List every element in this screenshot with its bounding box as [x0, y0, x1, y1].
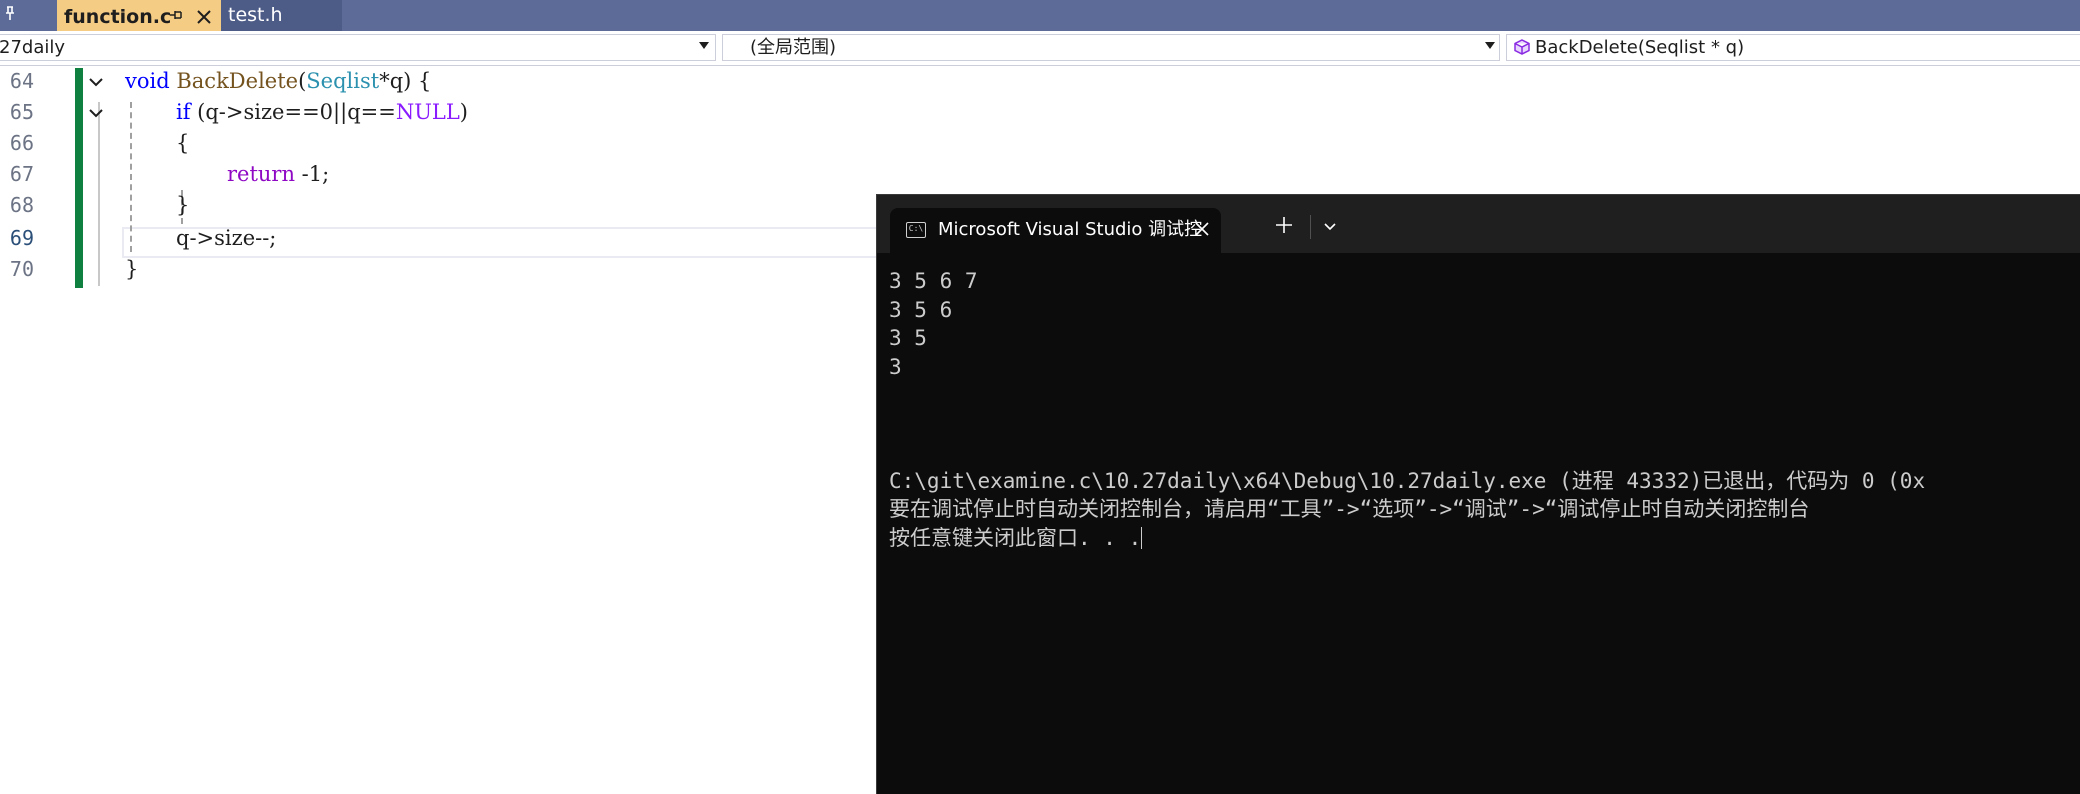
console-line: 3 5 6 — [889, 297, 953, 322]
line-number: 66 — [9, 131, 34, 155]
line-number: 64 — [9, 69, 34, 93]
document-tab-strip: function.c test.h — [0, 0, 2080, 31]
console-line-prompt: 按任意键关闭此窗口. . . — [889, 525, 1143, 550]
code-text: q->size--; — [176, 226, 277, 250]
code-line[interactable]: 66 { — [0, 128, 2080, 159]
member-dropdown[interactable]: BackDelete(Seqlist * q) — [1506, 34, 2080, 61]
tab-label: function.c — [64, 6, 172, 28]
code-line[interactable]: 67 return -1; — [0, 159, 2080, 190]
code-text: void BackDelete(Seqlist*q) { — [125, 69, 432, 93]
code-text: return -1; — [227, 162, 330, 186]
console-line: C:\git\examine.c\10.27daily\x64\Debug\10… — [889, 468, 1926, 493]
scope-dropdown-value: (全局范围) — [750, 37, 837, 58]
member-dropdown-value: BackDelete(Seqlist * q) — [1535, 37, 1745, 58]
navigation-bar: 27daily (全局范围) BackDelete(Seqlist * q) — [0, 31, 2080, 66]
line-number: 68 — [9, 193, 34, 217]
code-text: } — [176, 193, 190, 217]
line-number: 70 — [9, 257, 34, 281]
line-number: 69 — [9, 226, 34, 250]
console-tab-title: Microsoft Visual Studio 调试控 — [938, 219, 1203, 240]
chevron-down-icon — [699, 42, 709, 49]
line-number: 67 — [9, 162, 34, 186]
chevron-down-icon — [1485, 42, 1495, 49]
tab-test-h[interactable]: test.h — [221, 0, 342, 31]
pin-icon[interactable] — [4, 4, 18, 24]
title-separator — [1310, 215, 1311, 239]
console-line: 要在调试停止时自动关闭控制台，请启用“工具”->“选项”->“调试”->“调试停… — [889, 497, 1810, 521]
code-line[interactable]: 64 void BackDelete(Seqlist*q) { — [0, 66, 2080, 97]
code-line[interactable]: 65 if (q->size==0||q==NULL) — [0, 97, 2080, 128]
console-tab[interactable]: C:\ Microsoft Visual Studio 调试控 — [890, 208, 1221, 253]
collapse-chevron-icon[interactable] — [86, 103, 106, 123]
close-icon[interactable] — [1194, 215, 1210, 245]
tab-pin-icon[interactable] — [169, 6, 183, 28]
project-dropdown[interactable]: 27daily — [0, 34, 716, 61]
method-cube-icon — [1513, 38, 1531, 56]
new-tab-plus-icon[interactable] — [1275, 213, 1293, 239]
tab-close-icon[interactable] — [195, 3, 213, 33]
console-title-bar[interactable]: C:\ Microsoft Visual Studio 调试控 — [877, 195, 2080, 253]
line-number: 65 — [9, 100, 34, 124]
tab-label: test.h — [228, 4, 283, 26]
console-line: 3 — [889, 354, 902, 379]
console-line: 3 5 6 7 — [889, 269, 978, 293]
collapse-chevron-icon[interactable] — [86, 72, 106, 92]
project-dropdown-value: 27daily — [0, 37, 66, 58]
terminal-icon: C:\ — [906, 222, 926, 238]
console-line: 3 5 — [889, 326, 927, 350]
code-text: if (q->size==0||q==NULL) — [176, 100, 468, 124]
code-text: { — [176, 131, 190, 155]
scope-dropdown[interactable]: (全局范围) — [722, 34, 1500, 61]
debug-console-window[interactable]: C:\ Microsoft Visual Studio 调试控 3 5 6 73… — [876, 194, 2080, 794]
chevron-down-icon[interactable] — [1323, 219, 1337, 233]
text-cursor — [1141, 526, 1143, 549]
code-text: } — [125, 257, 139, 281]
tab-function-c[interactable]: function.c — [57, 0, 221, 31]
console-output[interactable]: 3 5 6 7 3 5 6 3 5 3 C:\git\examine.c\10.27d… — [889, 267, 1925, 552]
